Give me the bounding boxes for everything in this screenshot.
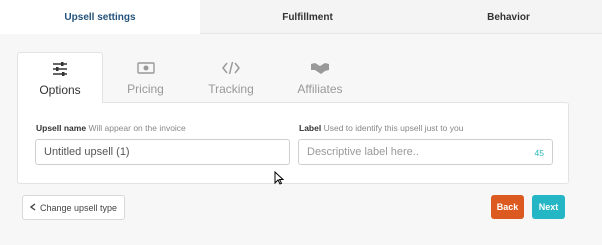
sliders-icon <box>52 60 68 78</box>
sub-tab-label: Tracking <box>208 81 254 96</box>
upsell-name-label: Upsell name Will appear on the invoice <box>36 123 186 133</box>
sub-tab-affiliates[interactable]: Affiliates <box>274 52 366 102</box>
sub-tab-label: Pricing <box>127 81 164 96</box>
upsell-name-label-title: Upsell name <box>36 123 87 133</box>
code-icon <box>222 59 240 77</box>
chevron-left-icon <box>29 202 36 213</box>
sub-tab-label: Affiliates <box>297 81 343 96</box>
tab-upsell-settings[interactable]: Upsell settings <box>0 0 200 34</box>
character-counter: 45 <box>534 148 544 158</box>
label-field-label: Label Used to identify this upsell just … <box>299 123 463 133</box>
mouse-cursor-icon <box>274 170 285 190</box>
change-upsell-type-label: Change upsell type <box>39 202 118 213</box>
upsell-name-input[interactable]: Untitled upsell (1) <box>35 139 290 165</box>
money-icon <box>136 59 155 77</box>
upsell-name-value: Untitled upsell (1) <box>44 146 130 158</box>
tab-fulfillment[interactable]: Fulfillment <box>200 0 415 34</box>
sub-tab-tracking[interactable]: Tracking <box>188 52 274 102</box>
back-button[interactable]: Back <box>491 195 524 219</box>
sub-tab-label: Options <box>39 82 81 97</box>
label-input[interactable]: Descriptive label here.. 45 <box>298 139 553 165</box>
sub-tab-bar: Options Pricing Tracking Affiliates <box>17 52 366 103</box>
sub-tab-pricing[interactable]: Pricing <box>103 52 188 102</box>
label-placeholder: Descriptive label here.. <box>307 146 419 158</box>
handshake-icon <box>310 59 330 77</box>
sub-tab-options[interactable]: Options <box>17 52 103 103</box>
options-panel: Upsell name Will appear on the invoice U… <box>17 102 569 184</box>
label-field-hint: Used to identify this upsell just to you <box>323 123 464 133</box>
top-tab-bar: Upsell settings Fulfillment Behavior <box>0 0 602 34</box>
upsell-name-hint: Will appear on the invoice <box>88 123 186 133</box>
tab-behavior[interactable]: Behavior <box>415 0 602 34</box>
change-upsell-type-button[interactable]: Change upsell type <box>22 195 125 220</box>
next-button[interactable]: Next <box>532 195 565 219</box>
label-field-title: Label <box>299 123 322 133</box>
